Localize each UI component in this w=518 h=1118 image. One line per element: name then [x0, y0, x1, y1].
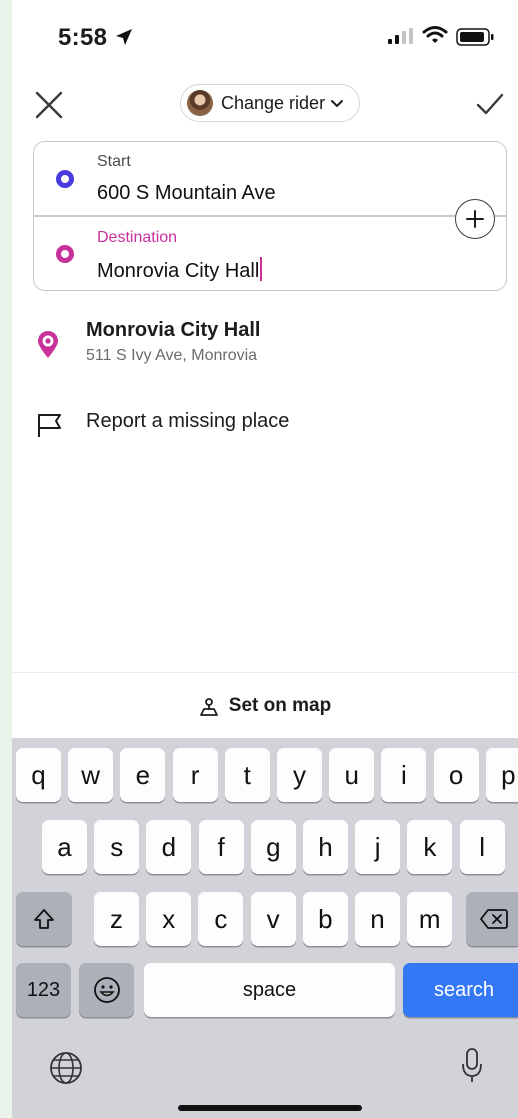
- phone-screen: 5:58 Change rider Start 600 S Mountain A…: [12, 0, 518, 1118]
- numbers-key[interactable]: 123: [16, 963, 71, 1017]
- avatar: [187, 90, 213, 116]
- result-title: Monrovia City Hall: [86, 319, 261, 341]
- key-o[interactable]: o: [433, 748, 479, 802]
- delete-icon: [480, 909, 508, 929]
- battery-icon: [456, 28, 496, 51]
- chevron-down-icon: [331, 100, 344, 108]
- change-rider-label: Change rider: [221, 92, 326, 113]
- emoji-key[interactable]: [79, 963, 134, 1017]
- result-address: 511 S Ivy Ave, Monrovia: [86, 347, 258, 364]
- status-bar: 5:58: [12, 0, 518, 80]
- flag-icon: [36, 412, 64, 443]
- location-arrow-icon: [114, 27, 134, 52]
- set-on-map-button[interactable]: Set on map: [12, 672, 518, 738]
- confirm-button[interactable]: [474, 88, 506, 120]
- key-m[interactable]: m: [407, 892, 453, 946]
- shift-key[interactable]: [16, 892, 72, 946]
- map-pin-icon: [199, 697, 218, 716]
- text-cursor: [260, 257, 263, 281]
- destination-field[interactable]: Monrovia City Hall: [97, 257, 263, 283]
- close-icon: [35, 91, 63, 119]
- key-r[interactable]: r: [172, 748, 218, 802]
- pin-icon: [36, 330, 60, 365]
- key-y[interactable]: y: [277, 748, 322, 802]
- key-u[interactable]: u: [329, 748, 375, 802]
- key-v[interactable]: v: [250, 892, 296, 946]
- plus-icon: [466, 210, 484, 228]
- key-x[interactable]: x: [146, 892, 192, 946]
- report-label: Report a missing place: [86, 410, 290, 432]
- mic-icon[interactable]: [460, 1046, 484, 1091]
- route-card: Start 600 S Mountain Ave Destination Mon…: [33, 141, 507, 291]
- close-button[interactable]: [32, 88, 66, 122]
- start-field[interactable]: 600 S Mountain Ave: [97, 182, 276, 205]
- delete-key[interactable]: [466, 892, 518, 946]
- destination-dot-icon: [56, 245, 74, 263]
- check-icon: [476, 93, 504, 115]
- set-on-map-label: Set on map: [228, 694, 332, 716]
- key-s[interactable]: s: [94, 820, 140, 874]
- wifi-icon: [422, 25, 448, 50]
- key-w[interactable]: w: [68, 748, 114, 802]
- shift-icon: [34, 909, 54, 929]
- destination-label: Destination: [97, 229, 178, 246]
- key-f[interactable]: f: [198, 820, 244, 874]
- start-dot-icon: [56, 170, 74, 188]
- key-k[interactable]: k: [407, 820, 453, 874]
- report-missing-place-button[interactable]: Report a missing place: [12, 404, 518, 444]
- key-e[interactable]: e: [120, 748, 166, 802]
- key-c[interactable]: c: [198, 892, 244, 946]
- globe-icon[interactable]: [48, 1050, 84, 1091]
- change-rider-button[interactable]: Change rider: [180, 84, 360, 122]
- key-a[interactable]: a: [42, 820, 87, 874]
- key-d[interactable]: d: [146, 820, 192, 874]
- key-z[interactable]: z: [94, 892, 139, 946]
- key-t[interactable]: t: [224, 748, 270, 802]
- add-stop-button[interactable]: [455, 199, 495, 239]
- key-n[interactable]: n: [355, 892, 400, 946]
- home-indicator: [178, 1105, 362, 1111]
- destination-value: Monrovia City Hall: [97, 260, 260, 282]
- divider: [34, 215, 506, 217]
- key-j[interactable]: j: [355, 820, 401, 874]
- key-g[interactable]: g: [250, 820, 296, 874]
- space-key[interactable]: space: [144, 963, 395, 1017]
- key-h[interactable]: h: [303, 820, 348, 874]
- keyboard: qwertyuiop asdfghjkl zxcvbnm 123 space s…: [12, 738, 518, 1118]
- key-p[interactable]: p: [485, 748, 518, 802]
- key-q[interactable]: q: [16, 748, 61, 802]
- emoji-icon: [93, 977, 120, 1003]
- start-label: Start: [97, 153, 131, 170]
- search-key[interactable]: search: [403, 963, 518, 1017]
- list-item[interactable]: Monrovia City Hall 511 S Ivy Ave, Monrov…: [12, 316, 518, 372]
- key-i[interactable]: i: [381, 748, 427, 802]
- status-time: 5:58: [58, 24, 108, 51]
- key-b[interactable]: b: [302, 892, 348, 946]
- signal-icon: [388, 28, 414, 49]
- key-l[interactable]: l: [459, 820, 505, 874]
